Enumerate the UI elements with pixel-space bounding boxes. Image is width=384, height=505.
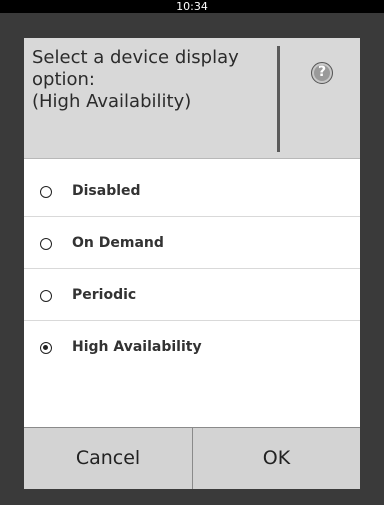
dialog-title: Select a device display option: (High Av… bbox=[32, 47, 239, 112]
radio-button[interactable] bbox=[40, 238, 52, 250]
option-high-availability[interactable]: High Availability bbox=[24, 322, 360, 373]
option-label: Disabled bbox=[72, 183, 141, 199]
radio-button[interactable] bbox=[40, 186, 52, 198]
option-disabled[interactable]: Disabled bbox=[24, 166, 360, 217]
option-label: On Demand bbox=[72, 235, 164, 251]
option-label: High Availability bbox=[72, 339, 202, 355]
option-on-demand[interactable]: On Demand bbox=[24, 218, 360, 269]
display-option-dialog: Select a device display option: (High Av… bbox=[24, 38, 360, 489]
cancel-button[interactable]: Cancel bbox=[24, 428, 192, 489]
header-divider bbox=[277, 46, 280, 152]
radio-button[interactable] bbox=[40, 290, 52, 302]
status-time: 10:34 bbox=[176, 0, 208, 13]
radio-button-selected[interactable] bbox=[40, 342, 52, 354]
status-bar: 10:34 bbox=[0, 0, 384, 13]
dialog-header: Select a device display option: (High Av… bbox=[24, 38, 360, 159]
option-label: Periodic bbox=[72, 287, 137, 303]
dialog-footer: Cancel OK bbox=[24, 427, 360, 489]
option-periodic[interactable]: Periodic bbox=[24, 270, 360, 321]
ok-button[interactable]: OK bbox=[193, 428, 360, 489]
option-list: Disabled On Demand Periodic High Availab… bbox=[24, 166, 360, 424]
help-icon[interactable]: ? bbox=[311, 62, 333, 84]
